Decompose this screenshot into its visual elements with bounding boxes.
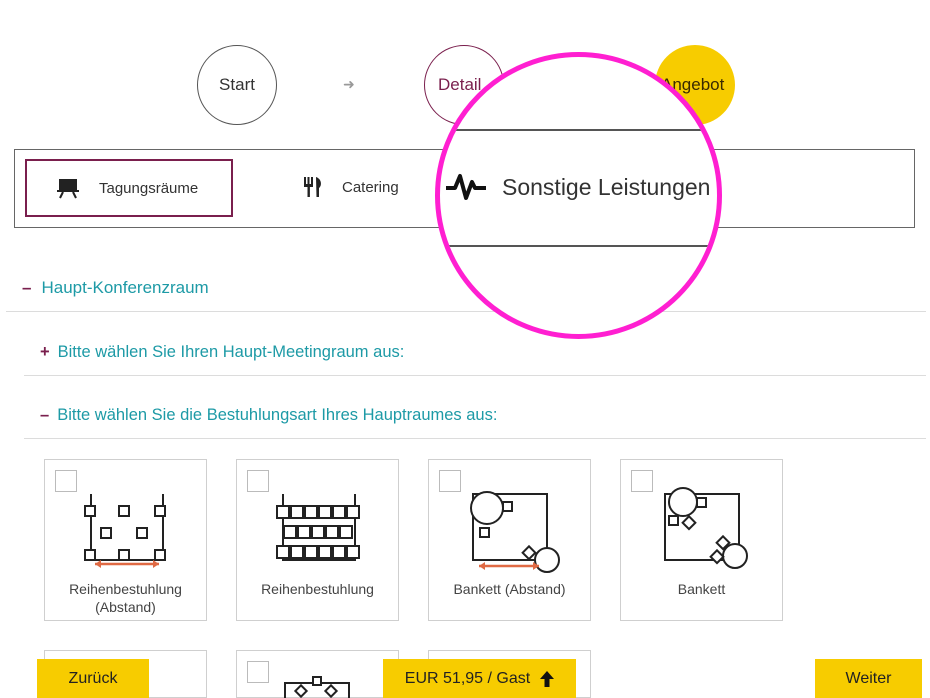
- arrow-right-icon: ➜: [343, 76, 355, 92]
- seating-checkbox[interactable]: [631, 470, 653, 492]
- banquet-spaced-icon: [470, 491, 560, 573]
- back-button[interactable]: Zurück: [37, 659, 149, 698]
- divider: [24, 375, 926, 376]
- seating-option-label: Bankett: [677, 581, 726, 597]
- collapse-icon: –: [40, 406, 50, 424]
- seating-checkbox[interactable]: [247, 661, 269, 683]
- expand-icon: +: [40, 343, 50, 361]
- back-button-label: Zurück: [68, 670, 118, 687]
- magnified-border-top: [440, 129, 717, 131]
- pulse-icon: [446, 174, 486, 200]
- seating-option-label: Bankett (Abstand): [453, 581, 566, 597]
- accordion-meeting-room-label: Bitte wählen Sie Ihren Haupt-Meetingraum…: [57, 343, 405, 361]
- accordion-seating-type[interactable]: – Bitte wählen Sie die Bestuhlungsart Ih…: [40, 406, 497, 425]
- rows-icon: [276, 494, 360, 561]
- accordion-meeting-room[interactable]: + Bitte wählen Sie Ihren Haupt-Meetingra…: [40, 343, 404, 362]
- arrow-up-icon: [540, 671, 555, 687]
- seating-option-label: Reihenbestuhlung: [261, 581, 374, 597]
- accordion-haupt-konferenzraum[interactable]: – Haupt-Konferenzraum: [22, 278, 209, 298]
- divider: [24, 438, 926, 439]
- price-summary-button[interactable]: EUR 51,95 / Gast: [383, 659, 576, 698]
- price-label: EUR 51,95 / Gast: [404, 670, 531, 687]
- seating-option-card[interactable]: Reihenbestuhlung (Abstand): [44, 459, 207, 621]
- divider: [6, 311, 926, 312]
- tab-sonstige-leistungen[interactable]: Sonstige Leistungen: [446, 172, 710, 202]
- tab-tagungsraeume-label: Tagungsräume: [99, 179, 199, 197]
- tab-catering-label: Catering: [342, 178, 399, 196]
- seating-option-card[interactable]: Bankett (Abstand): [428, 459, 591, 621]
- next-button-label: Weiter: [845, 670, 892, 687]
- step-start-label: Start: [219, 75, 255, 94]
- seating-option-card[interactable]: Reihenbestuhlung: [236, 459, 399, 621]
- banquet-icon: [664, 487, 748, 569]
- seating-checkbox[interactable]: [247, 470, 269, 492]
- step-detail-label: Detail: [438, 75, 482, 94]
- tab-tagungsraeume[interactable]: Tagungsräume: [25, 159, 233, 217]
- step-start[interactable]: Start: [197, 45, 277, 125]
- accordion-main-label: Haupt-Konferenzraum: [41, 278, 209, 297]
- banquet-small-icon: [284, 676, 350, 698]
- magnifier-overlay: Sonstige Leistungen: [435, 52, 722, 339]
- magnified-border-bottom: [440, 245, 717, 247]
- seating-option-card[interactable]: Bankett: [620, 459, 783, 621]
- seating-checkbox[interactable]: [439, 470, 461, 492]
- seating-option-card[interactable]: [236, 650, 399, 698]
- seating-checkbox[interactable]: [55, 470, 77, 492]
- accordion-seating-label: Bitte wählen Sie die Bestuhlungsart Ihre…: [57, 406, 498, 424]
- tab-catering[interactable]: Catering: [302, 172, 399, 202]
- collapse-icon: –: [22, 278, 32, 297]
- tab-sonstige-leistungen-label: Sonstige Leistungen: [502, 173, 711, 200]
- presentation-board-icon: [57, 179, 79, 199]
- seating-option-label: Reihenbestuhlung (Abstand): [69, 581, 182, 615]
- fork-knife-icon: [304, 177, 321, 197]
- next-button[interactable]: Weiter: [815, 659, 922, 698]
- rows-spaced-icon: [84, 494, 166, 568]
